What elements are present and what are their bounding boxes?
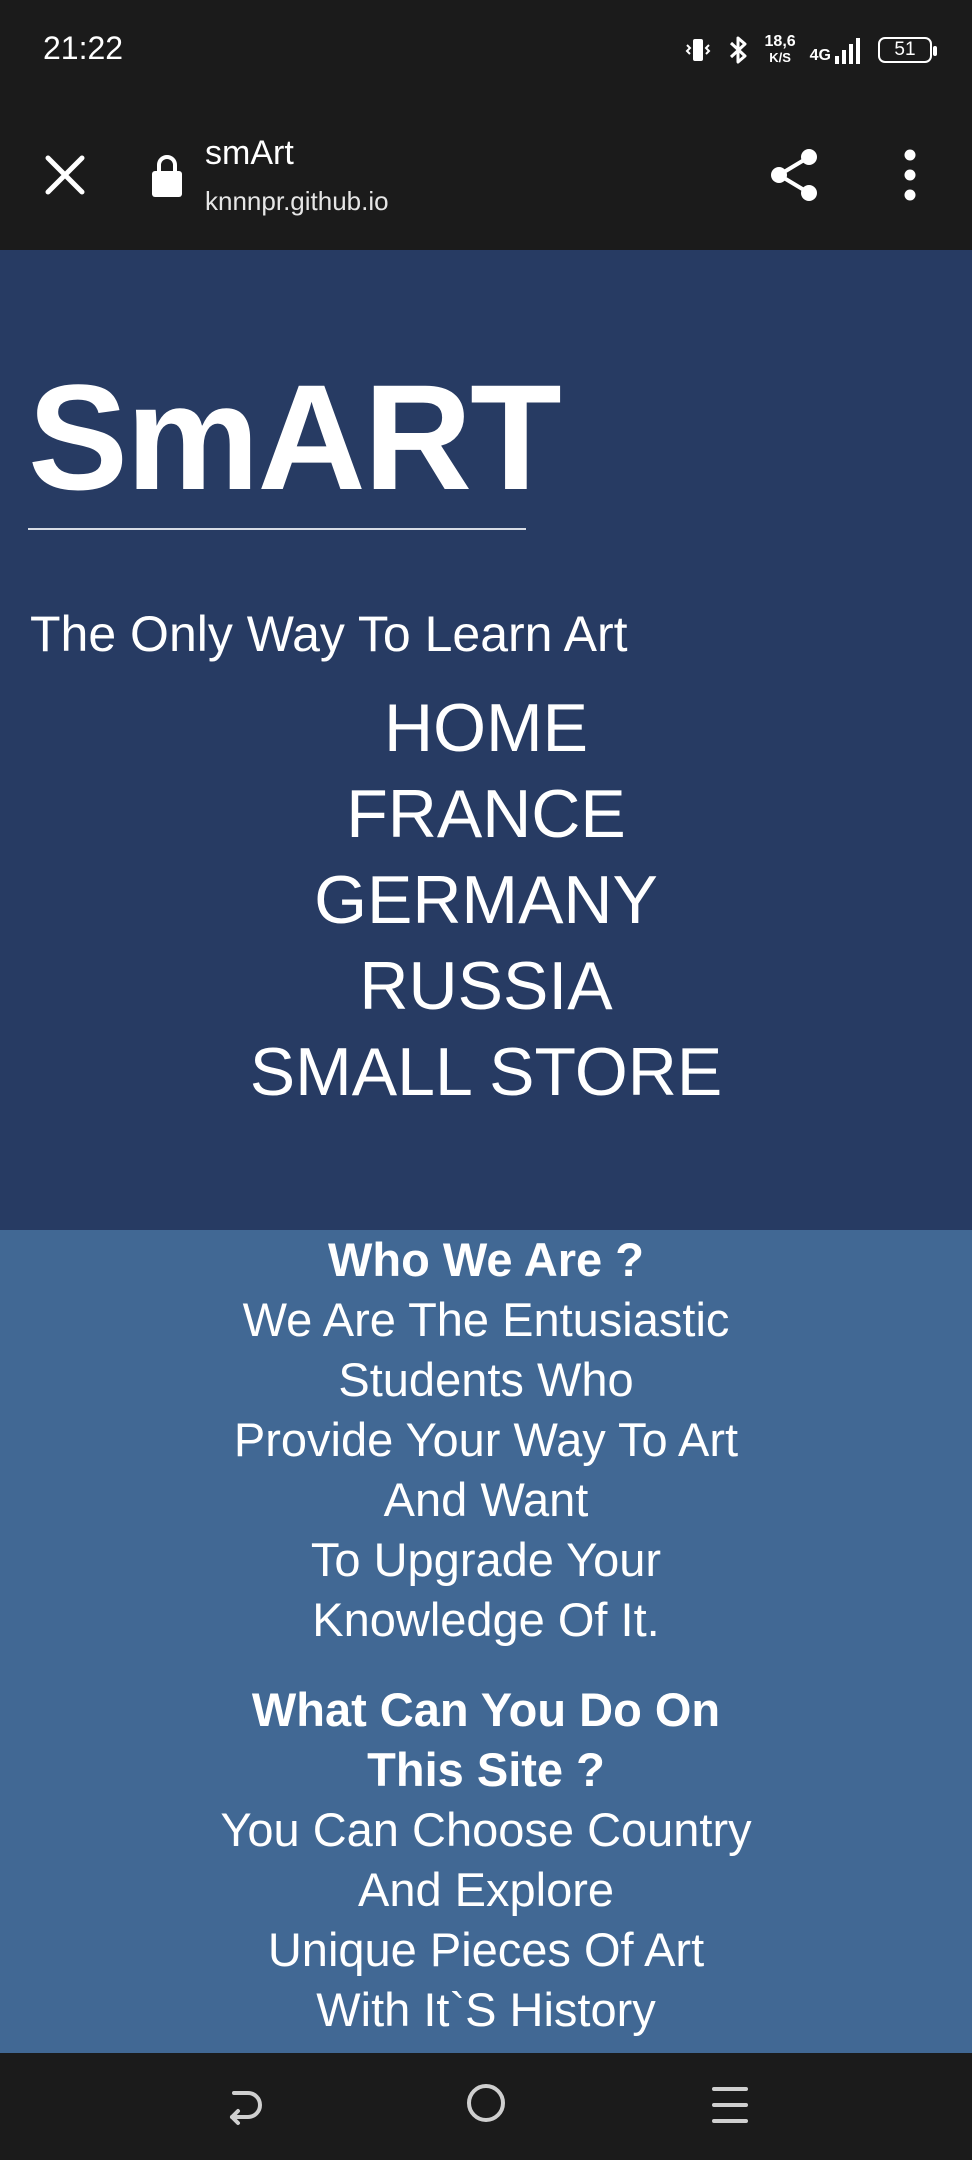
net-speed: 18,6 K/S <box>765 34 796 66</box>
nav-russia[interactable]: RUSSIA <box>0 943 972 1029</box>
network-type: 4G <box>809 47 831 64</box>
status-icons: 18,6 K/S 4G 51 <box>683 30 937 70</box>
who-line: And Want <box>383 1473 589 1526</box>
who-line: We Are The Entusiastic <box>242 1293 730 1346</box>
signal-group: 4G <box>810 36 864 64</box>
what-heading: This Site ? <box>367 1743 605 1796</box>
back-icon[interactable] <box>220 2081 270 2131</box>
signal-icon <box>835 38 860 64</box>
status-time: 21:22 <box>43 30 124 66</box>
system-nav-bar <box>0 2053 972 2160</box>
battery-level: 51 <box>894 39 916 60</box>
nav-germany[interactable]: GERMANY <box>0 857 972 943</box>
net-speed-value: 18,6 <box>764 33 796 50</box>
share-icon[interactable] <box>765 145 825 205</box>
home-icon[interactable] <box>465 2082 507 2124</box>
what-heading: What Can You Do On <box>251 1683 721 1736</box>
what-line: With It`S History <box>316 1983 656 2036</box>
net-speed-unit: K/S <box>769 50 791 65</box>
hero-section: SmART The Only Way To Learn Art HOME FRA… <box>0 250 972 1230</box>
nav-home[interactable]: HOME <box>0 685 972 771</box>
more-vert-icon[interactable] <box>895 148 925 202</box>
who-line: Knowledge Of It. <box>312 1593 660 1646</box>
vibrate-icon <box>685 39 710 61</box>
who-line: Students Who <box>338 1353 634 1406</box>
status-bar: 21:22 18,6 K/S 4G 51 <box>0 0 972 100</box>
what-line: And Explore <box>357 1863 615 1916</box>
close-icon[interactable] <box>40 150 90 200</box>
nav-france[interactable]: FRANCE <box>0 771 972 857</box>
main-nav: HOME FRANCE GERMANY RUSSIA SMALL STORE <box>0 685 972 1115</box>
browser-toolbar: smArt knnnpr.github.io <box>0 100 972 250</box>
bluetooth-icon <box>729 36 747 64</box>
nav-small-store[interactable]: SMALL STORE <box>0 1029 972 1115</box>
who-line: To Upgrade Your <box>310 1533 662 1586</box>
site-logo[interactable]: SmART <box>28 362 562 512</box>
what-line: Unique Pieces Of Art <box>267 1923 705 1976</box>
about-section: Who We Are ? We Are The Entusiastic Stud… <box>0 1230 972 2053</box>
page-url[interactable]: knnnpr.github.io <box>205 186 389 217</box>
lock-icon[interactable] <box>150 152 184 198</box>
recents-icon[interactable] <box>710 2083 750 2127</box>
battery-icon: 51 <box>878 37 937 63</box>
logo-underline <box>28 528 526 530</box>
about-content: Who We Are ? We Are The Entusiastic Stud… <box>0 1230 972 2040</box>
who-line: Provide Your Way To Art <box>233 1413 739 1466</box>
what-line: You Can Choose Country <box>220 1803 752 1856</box>
who-heading: Who We Are ? <box>328 1233 644 1286</box>
tagline: The Only Way To Learn Art <box>30 606 628 662</box>
page-title: smArt <box>205 134 294 172</box>
